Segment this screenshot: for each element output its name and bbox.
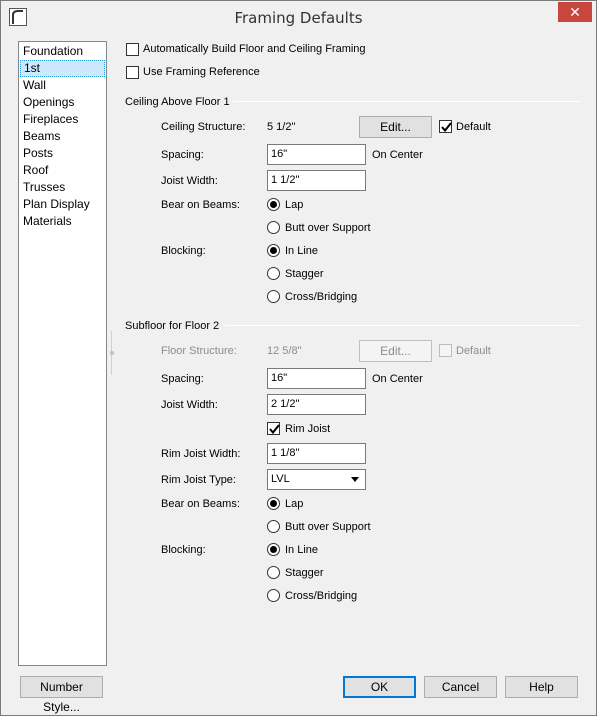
ceiling-blocking-stagger-label: Stagger: [285, 268, 324, 280]
rim-joist-type-value: LVL: [271, 473, 290, 485]
subfloor-bear-butt-label: Butt over Support: [285, 521, 371, 533]
sidebar-item-openings[interactable]: Openings: [20, 94, 105, 111]
sidebar-item-wall[interactable]: Wall: [20, 77, 105, 94]
subfloor-bear-lap-radio[interactable]: [267, 497, 280, 510]
chevron-down-icon: [351, 477, 359, 482]
sidebar-item-plan-display[interactable]: Plan Display: [20, 196, 105, 213]
floor-default-checkbox[interactable]: [439, 344, 452, 357]
auto-build-checkbox[interactable]: [126, 43, 139, 56]
use-reference-checkbox[interactable]: [126, 66, 139, 79]
close-icon: ✕: [569, 4, 581, 20]
ceiling-structure-value: 5 1/2": [267, 121, 296, 133]
subfloor-section-title: Subfloor for Floor 2: [125, 320, 220, 332]
subfloor-bear-butt-radio[interactable]: [267, 520, 280, 533]
sidebar-item-roof[interactable]: Roof: [20, 162, 105, 179]
subfloor-blocking-label: Blocking:: [161, 544, 206, 556]
ceiling-bear-lap-radio[interactable]: [267, 198, 280, 211]
floor-default-label: Default: [456, 345, 491, 357]
number-style-button[interactable]: Number Style...: [20, 676, 103, 714]
ceiling-joist-width-input[interactable]: 1 1/2": [267, 170, 366, 191]
ok-button[interactable]: OK: [343, 676, 416, 698]
help-button[interactable]: Help: [505, 676, 578, 698]
subfloor-blocking-inline-radio[interactable]: [267, 543, 280, 556]
ceiling-blocking-inline-radio[interactable]: [267, 244, 280, 257]
close-button[interactable]: ✕: [558, 2, 592, 22]
sidebar-item-beams[interactable]: Beams: [20, 128, 105, 145]
check-icon: [269, 424, 280, 435]
rim-joist-width-label: Rim Joist Width:: [161, 448, 241, 460]
rim-joist-label: Rim Joist: [285, 423, 331, 435]
rim-joist-type-label: Rim Joist Type:: [161, 474, 236, 486]
ceiling-blocking-cross-radio[interactable]: [267, 290, 280, 303]
ceiling-blocking-label: Blocking:: [161, 245, 206, 257]
sidebar-item-fireplaces[interactable]: Fireplaces: [20, 111, 105, 128]
subfloor-section-divider: [225, 325, 581, 326]
subfloor-blocking-stagger-radio[interactable]: [267, 566, 280, 579]
sidebar-item-foundation[interactable]: Foundation: [20, 43, 105, 60]
ceiling-edit-button[interactable]: Edit...: [359, 116, 432, 138]
splitter-handle[interactable]: [110, 351, 114, 355]
ceiling-bear-lap-label: Lap: [285, 199, 304, 211]
ceiling-blocking-inline-label: In Line: [285, 245, 319, 257]
ceiling-spacing-label: Spacing:: [161, 149, 204, 161]
ceiling-default-checkbox[interactable]: [439, 120, 452, 133]
ceiling-on-center-label: On Center: [372, 149, 423, 161]
ceiling-blocking-stagger-radio[interactable]: [267, 267, 280, 280]
ceiling-blocking-cross-label: Cross/Bridging: [285, 291, 358, 303]
check-icon: [441, 122, 452, 133]
subfloor-on-center-label: On Center: [372, 373, 423, 385]
subfloor-blocking-cross-label: Cross/Bridging: [285, 590, 358, 602]
subfloor-blocking-stagger-label: Stagger: [285, 567, 324, 579]
cancel-button[interactable]: Cancel: [424, 676, 497, 698]
sidebar-item-1st[interactable]: 1st: [20, 60, 105, 77]
framing-defaults-dialog: Framing Defaults ✕ Foundation 1st Wall O…: [0, 0, 597, 716]
subfloor-joist-width-input[interactable]: 2 1/2": [267, 394, 366, 415]
sidebar-item-posts[interactable]: Posts: [20, 145, 105, 162]
rim-joist-checkbox[interactable]: [267, 422, 280, 435]
ceiling-bear-label: Bear on Beams:: [161, 199, 240, 211]
auto-build-label: Automatically Build Floor and Ceiling Fr…: [143, 43, 366, 55]
subfloor-spacing-label: Spacing:: [161, 373, 204, 385]
rim-joist-width-input[interactable]: 1 1/8": [267, 443, 366, 464]
ceiling-joist-width-label: Joist Width:: [161, 175, 218, 187]
subfloor-spacing-input[interactable]: 16": [267, 368, 366, 389]
ceiling-structure-label: Ceiling Structure:: [161, 121, 246, 133]
rim-joist-type-select[interactable]: LVL: [267, 469, 366, 490]
subfloor-blocking-cross-radio[interactable]: [267, 589, 280, 602]
floor-structure-label: Floor Structure:: [161, 345, 237, 357]
use-reference-label: Use Framing Reference: [143, 66, 260, 78]
sidebar-item-materials[interactable]: Materials: [20, 213, 105, 230]
floor-edit-button[interactable]: Edit...: [359, 340, 432, 362]
ceiling-bear-butt-radio[interactable]: [267, 221, 280, 234]
ceiling-spacing-input[interactable]: 16": [267, 144, 366, 165]
ceiling-bear-butt-label: Butt over Support: [285, 222, 371, 234]
sidebar-item-trusses[interactable]: Trusses: [20, 179, 105, 196]
subfloor-joist-width-label: Joist Width:: [161, 399, 218, 411]
category-list[interactable]: Foundation 1st Wall Openings Fireplaces …: [18, 41, 107, 666]
floor-structure-value: 12 5/8": [267, 345, 302, 357]
ceiling-default-label: Default: [456, 121, 491, 133]
subfloor-bear-lap-label: Lap: [285, 498, 304, 510]
ceiling-section-divider: [233, 101, 581, 102]
window-title: Framing Defaults: [234, 9, 363, 27]
subfloor-bear-label: Bear on Beams:: [161, 498, 240, 510]
ceiling-section-title: Ceiling Above Floor 1: [125, 96, 230, 108]
title-bar: Framing Defaults ✕: [1, 1, 596, 33]
subfloor-blocking-inline-label: In Line: [285, 544, 319, 556]
